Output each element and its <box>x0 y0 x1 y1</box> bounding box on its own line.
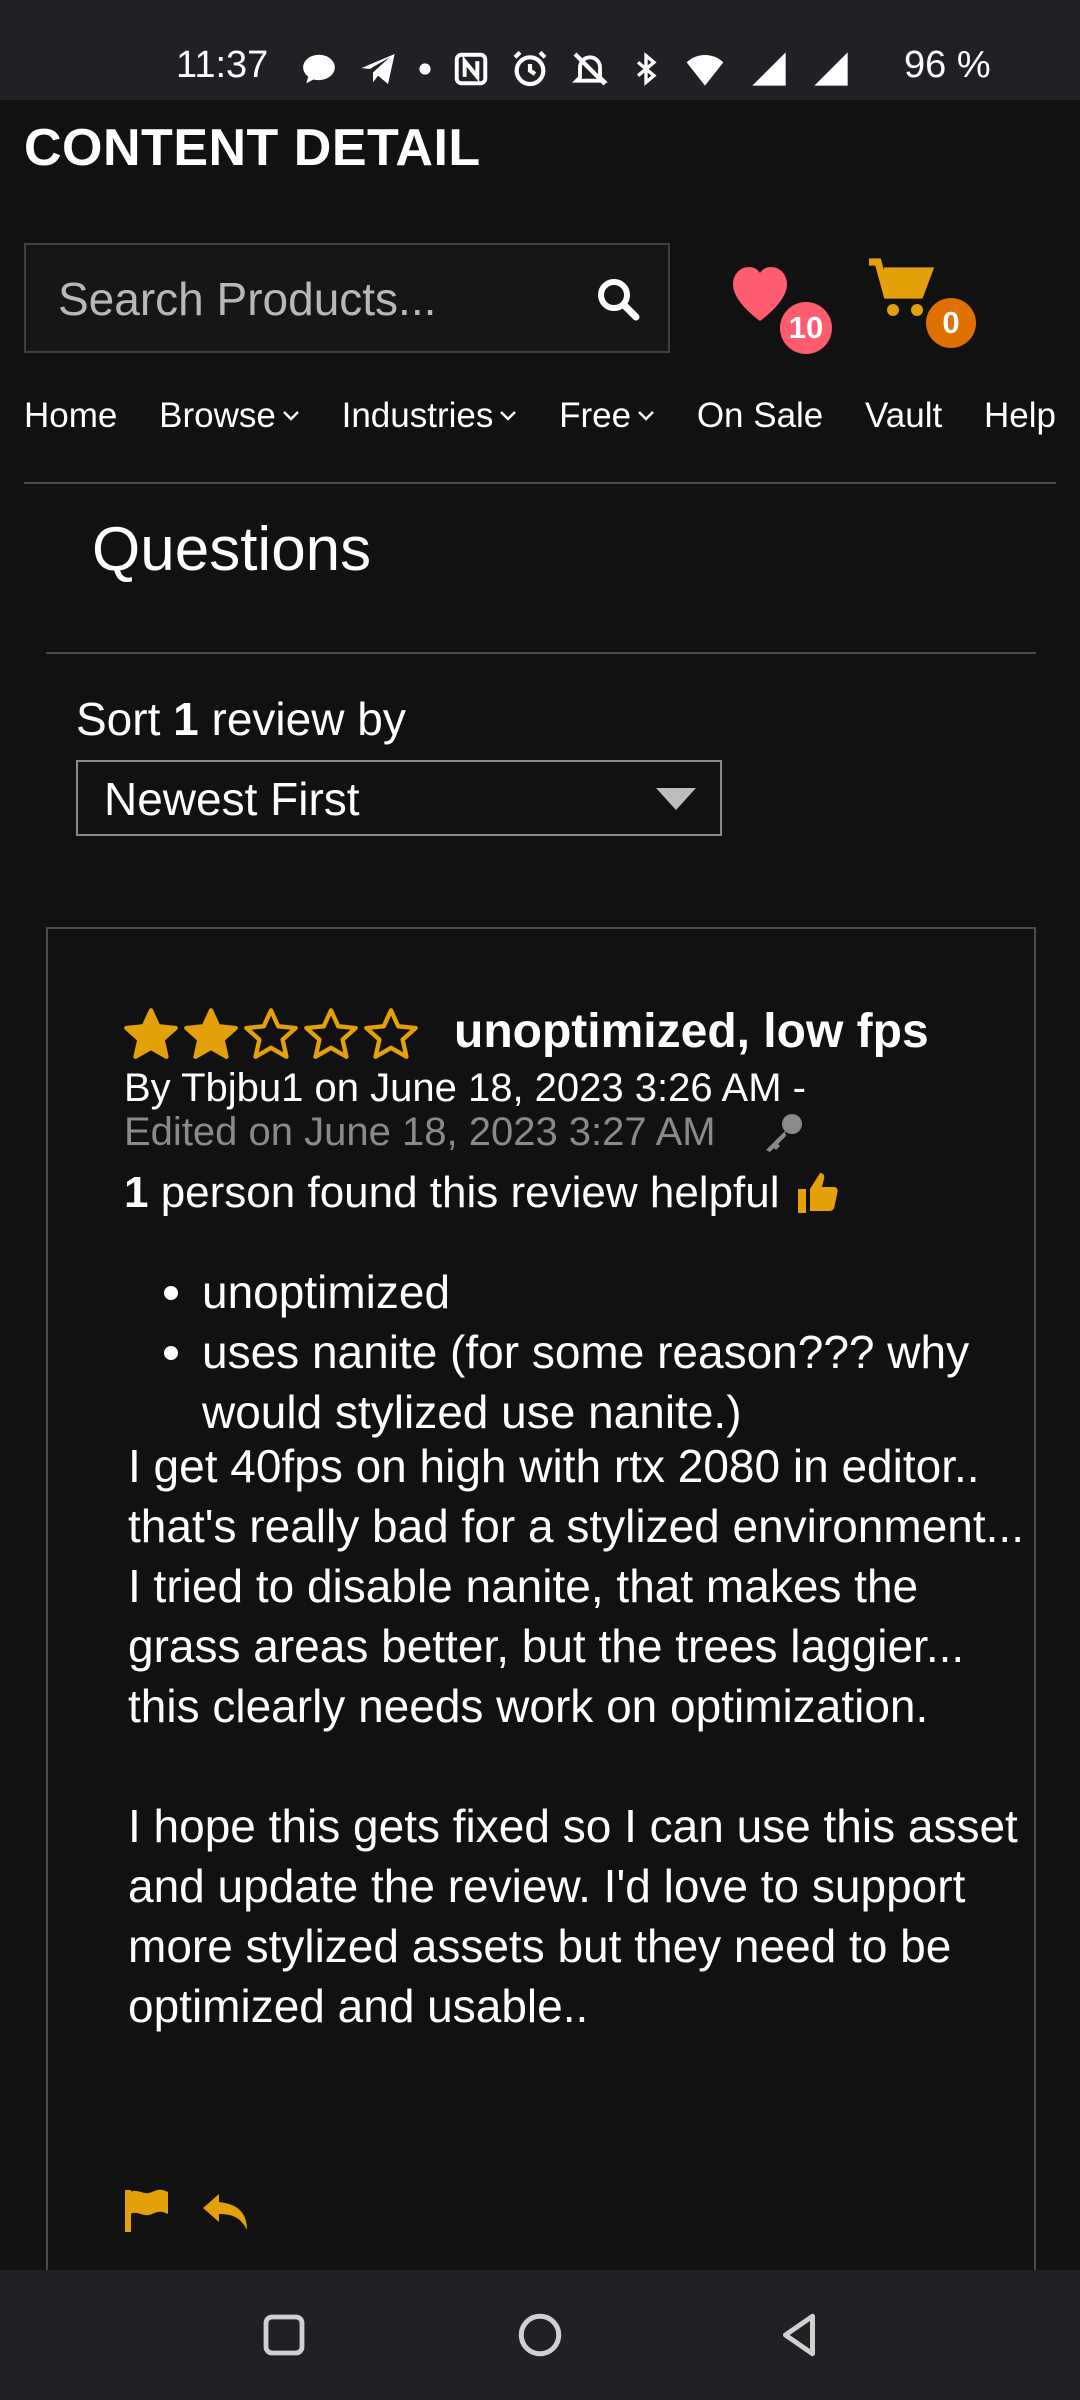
list-item: uses nanite (for some reason??? why woul… <box>160 1322 980 1442</box>
review-bullets: unoptimized uses nanite (for some reason… <box>160 1262 980 1442</box>
section-title: Questions <box>92 515 372 584</box>
review-title: unoptimized, low fps <box>454 1005 929 1058</box>
alarm-icon <box>513 50 547 87</box>
notifications-off-icon <box>572 52 608 86</box>
divider <box>24 482 1056 484</box>
nav-help[interactable]: Help <box>984 396 1056 436</box>
nav-free[interactable]: Free <box>559 396 655 436</box>
wishlist-badge: 10 <box>780 302 832 354</box>
review-author-date: By Tbjbu1 on June 18, 2023 3:26 AM - <box>124 1066 806 1110</box>
search-input[interactable] <box>56 245 580 353</box>
nav-industries[interactable]: Industries <box>342 396 518 436</box>
nav-label: Industries <box>341 396 494 435</box>
helpful-text: 1 person found this review helpful <box>124 1168 780 1218</box>
nfc-icon <box>454 52 488 86</box>
star-empty-icon <box>364 1008 418 1059</box>
review-edited-date: Edited on June 18, 2023 3:27 AM <box>124 1110 716 1154</box>
chevron-down-icon <box>500 411 517 421</box>
star-filled-icon <box>124 1008 178 1059</box>
chevron-down-icon <box>638 411 654 421</box>
nav-label: On Sale <box>696 396 824 435</box>
helpful-suffix: person found this review helpful <box>148 1168 780 1217</box>
sort-prefix: Sort <box>76 693 174 745</box>
nav-browse[interactable]: Browse <box>159 396 300 436</box>
battery-percent: 96 % <box>904 44 991 86</box>
cart-button[interactable]: 0 <box>864 256 984 356</box>
chat-bubble-icon <box>303 54 335 84</box>
chevron-down-icon <box>282 411 299 421</box>
star-empty-icon <box>244 1008 298 1059</box>
telegram-icon <box>361 54 395 84</box>
nav-label: Home <box>24 396 118 435</box>
main-nav: Home Browse Industries Free On Sale Vaul… <box>24 396 1056 436</box>
sort-selected-value: Newest First <box>104 773 360 825</box>
back-triangle-icon <box>782 2313 815 2357</box>
wifi-icon <box>686 55 724 86</box>
sort-select[interactable]: Newest First <box>76 760 722 836</box>
star-rating <box>122 1006 420 1064</box>
reply-icon[interactable] <box>198 2190 252 2234</box>
recents-button[interactable] <box>234 2270 334 2400</box>
square-icon <box>263 2314 305 2356</box>
review-body: I get 40fps on high with rtx 2080 in edi… <box>128 1440 1024 2032</box>
nav-label: Free <box>559 396 632 435</box>
search-icon[interactable] <box>594 275 642 323</box>
system-nav-bar <box>0 2270 1080 2400</box>
divider <box>46 652 1036 654</box>
nav-home[interactable]: Home <box>24 396 117 436</box>
helpful-count: 1 <box>124 1168 149 1217</box>
sort-suffix: review by <box>198 693 406 745</box>
sort-label: Sort 1 review by <box>76 692 406 746</box>
key-icon <box>766 1114 802 1152</box>
flag-icon[interactable] <box>124 2188 172 2232</box>
nav-label: Help <box>983 396 1056 435</box>
status-time: 11:37 <box>176 44 269 86</box>
nav-vault[interactable]: Vault <box>865 396 942 436</box>
page-title: CONTENT DETAIL <box>24 119 481 177</box>
wishlist-button[interactable]: 10 <box>722 258 832 358</box>
star-empty-icon <box>304 1008 358 1059</box>
star-filled-icon <box>184 1008 238 1059</box>
back-button[interactable] <box>750 2270 850 2400</box>
search-box[interactable] <box>24 243 670 353</box>
nav-on-sale[interactable]: On Sale <box>697 396 823 436</box>
dot-icon <box>419 63 431 75</box>
circle-icon <box>518 2313 562 2357</box>
bluetooth-icon <box>636 52 657 86</box>
review-count: 1 <box>173 693 199 745</box>
thumbs-up-icon[interactable] <box>794 1169 842 1217</box>
cart-badge: 0 <box>926 298 976 348</box>
status-icons <box>300 44 852 94</box>
signal-icon <box>752 52 786 86</box>
nav-label: Vault <box>865 396 943 435</box>
helpful-line: 1 person found this review helpful <box>124 1168 842 1218</box>
home-button[interactable] <box>490 2270 590 2400</box>
signal-2-icon <box>814 52 848 86</box>
list-item: unoptimized <box>160 1262 980 1322</box>
nav-label: Browse <box>159 396 276 435</box>
caret-down-icon <box>656 788 696 810</box>
